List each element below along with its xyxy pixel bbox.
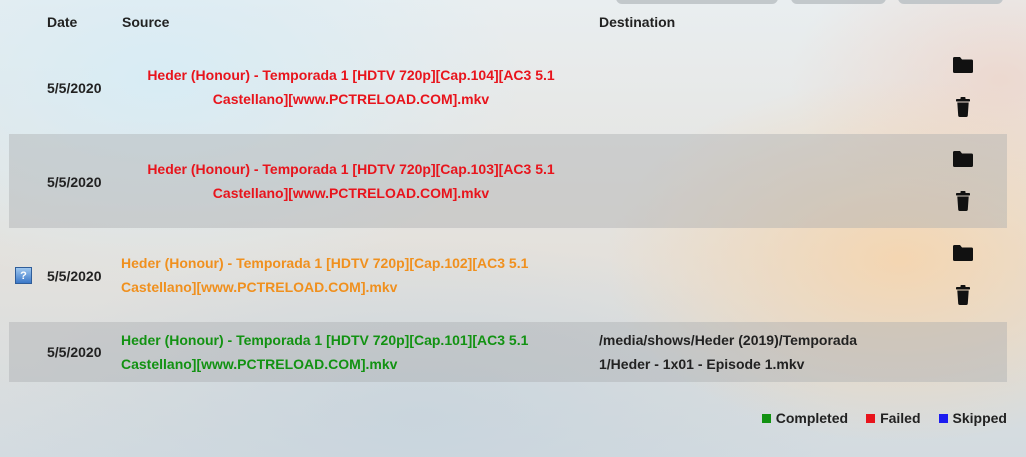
row-date: 5/5/2020 — [47, 268, 102, 284]
row-source: Heder (Honour) - Temporada 1 [HDTV 720p]… — [147, 67, 555, 107]
top-tab-2[interactable] — [791, 0, 886, 4]
folder-icon[interactable] — [949, 56, 977, 80]
top-tab-3[interactable] — [898, 0, 1003, 4]
table-row: 5/5/2020 Heder (Honour) - Temporada 1 [H… — [9, 45, 1007, 134]
trash-icon[interactable] — [949, 97, 977, 121]
table-row: ? 5/5/2020 Heder (Honour) - Temporada 1 … — [9, 228, 1007, 322]
row-date: 5/5/2020 — [47, 174, 102, 190]
help-icon[interactable]: ? — [15, 267, 32, 284]
legend-failed-label: Failed — [880, 410, 921, 426]
legend-skipped-label: Skipped — [952, 410, 1007, 426]
legend-failed: Failed — [866, 410, 921, 426]
legend-completed: Completed — [761, 410, 849, 426]
skipped-swatch-icon — [938, 413, 948, 423]
row-date: 5/5/2020 — [47, 80, 102, 96]
folder-icon[interactable] — [949, 244, 977, 268]
row-source: Heder (Honour) - Temporada 1 [HDTV 720p]… — [147, 161, 555, 201]
row-source: Heder (Honour) - Temporada 1 [HDTV 720p]… — [121, 255, 529, 295]
legend-completed-label: Completed — [775, 410, 849, 426]
trash-icon[interactable] — [949, 191, 977, 215]
failed-swatch-icon — [866, 413, 876, 423]
table-row: 5/5/2020 Heder (Honour) - Temporada 1 [H… — [9, 322, 1007, 382]
trash-icon[interactable] — [949, 285, 977, 309]
legend-skipped: Skipped — [938, 410, 1007, 426]
header-date[interactable]: Date — [47, 14, 77, 30]
completed-swatch-icon — [761, 413, 771, 423]
folder-icon[interactable] — [949, 150, 977, 174]
table-header: Date Source Destination — [0, 14, 1026, 32]
row-date: 5/5/2020 — [47, 344, 102, 360]
status-legend: Completed Failed Skipped — [761, 409, 1007, 427]
top-tab-1[interactable] — [616, 0, 778, 4]
header-source[interactable]: Source — [122, 14, 169, 30]
table-row: 5/5/2020 Heder (Honour) - Temporada 1 [H… — [9, 134, 1007, 228]
header-destination[interactable]: Destination — [599, 14, 675, 30]
row-destination: /media/shows/Heder (2019)/Temporada 1/He… — [599, 332, 858, 372]
row-source: Heder (Honour) - Temporada 1 [HDTV 720p]… — [121, 332, 529, 372]
